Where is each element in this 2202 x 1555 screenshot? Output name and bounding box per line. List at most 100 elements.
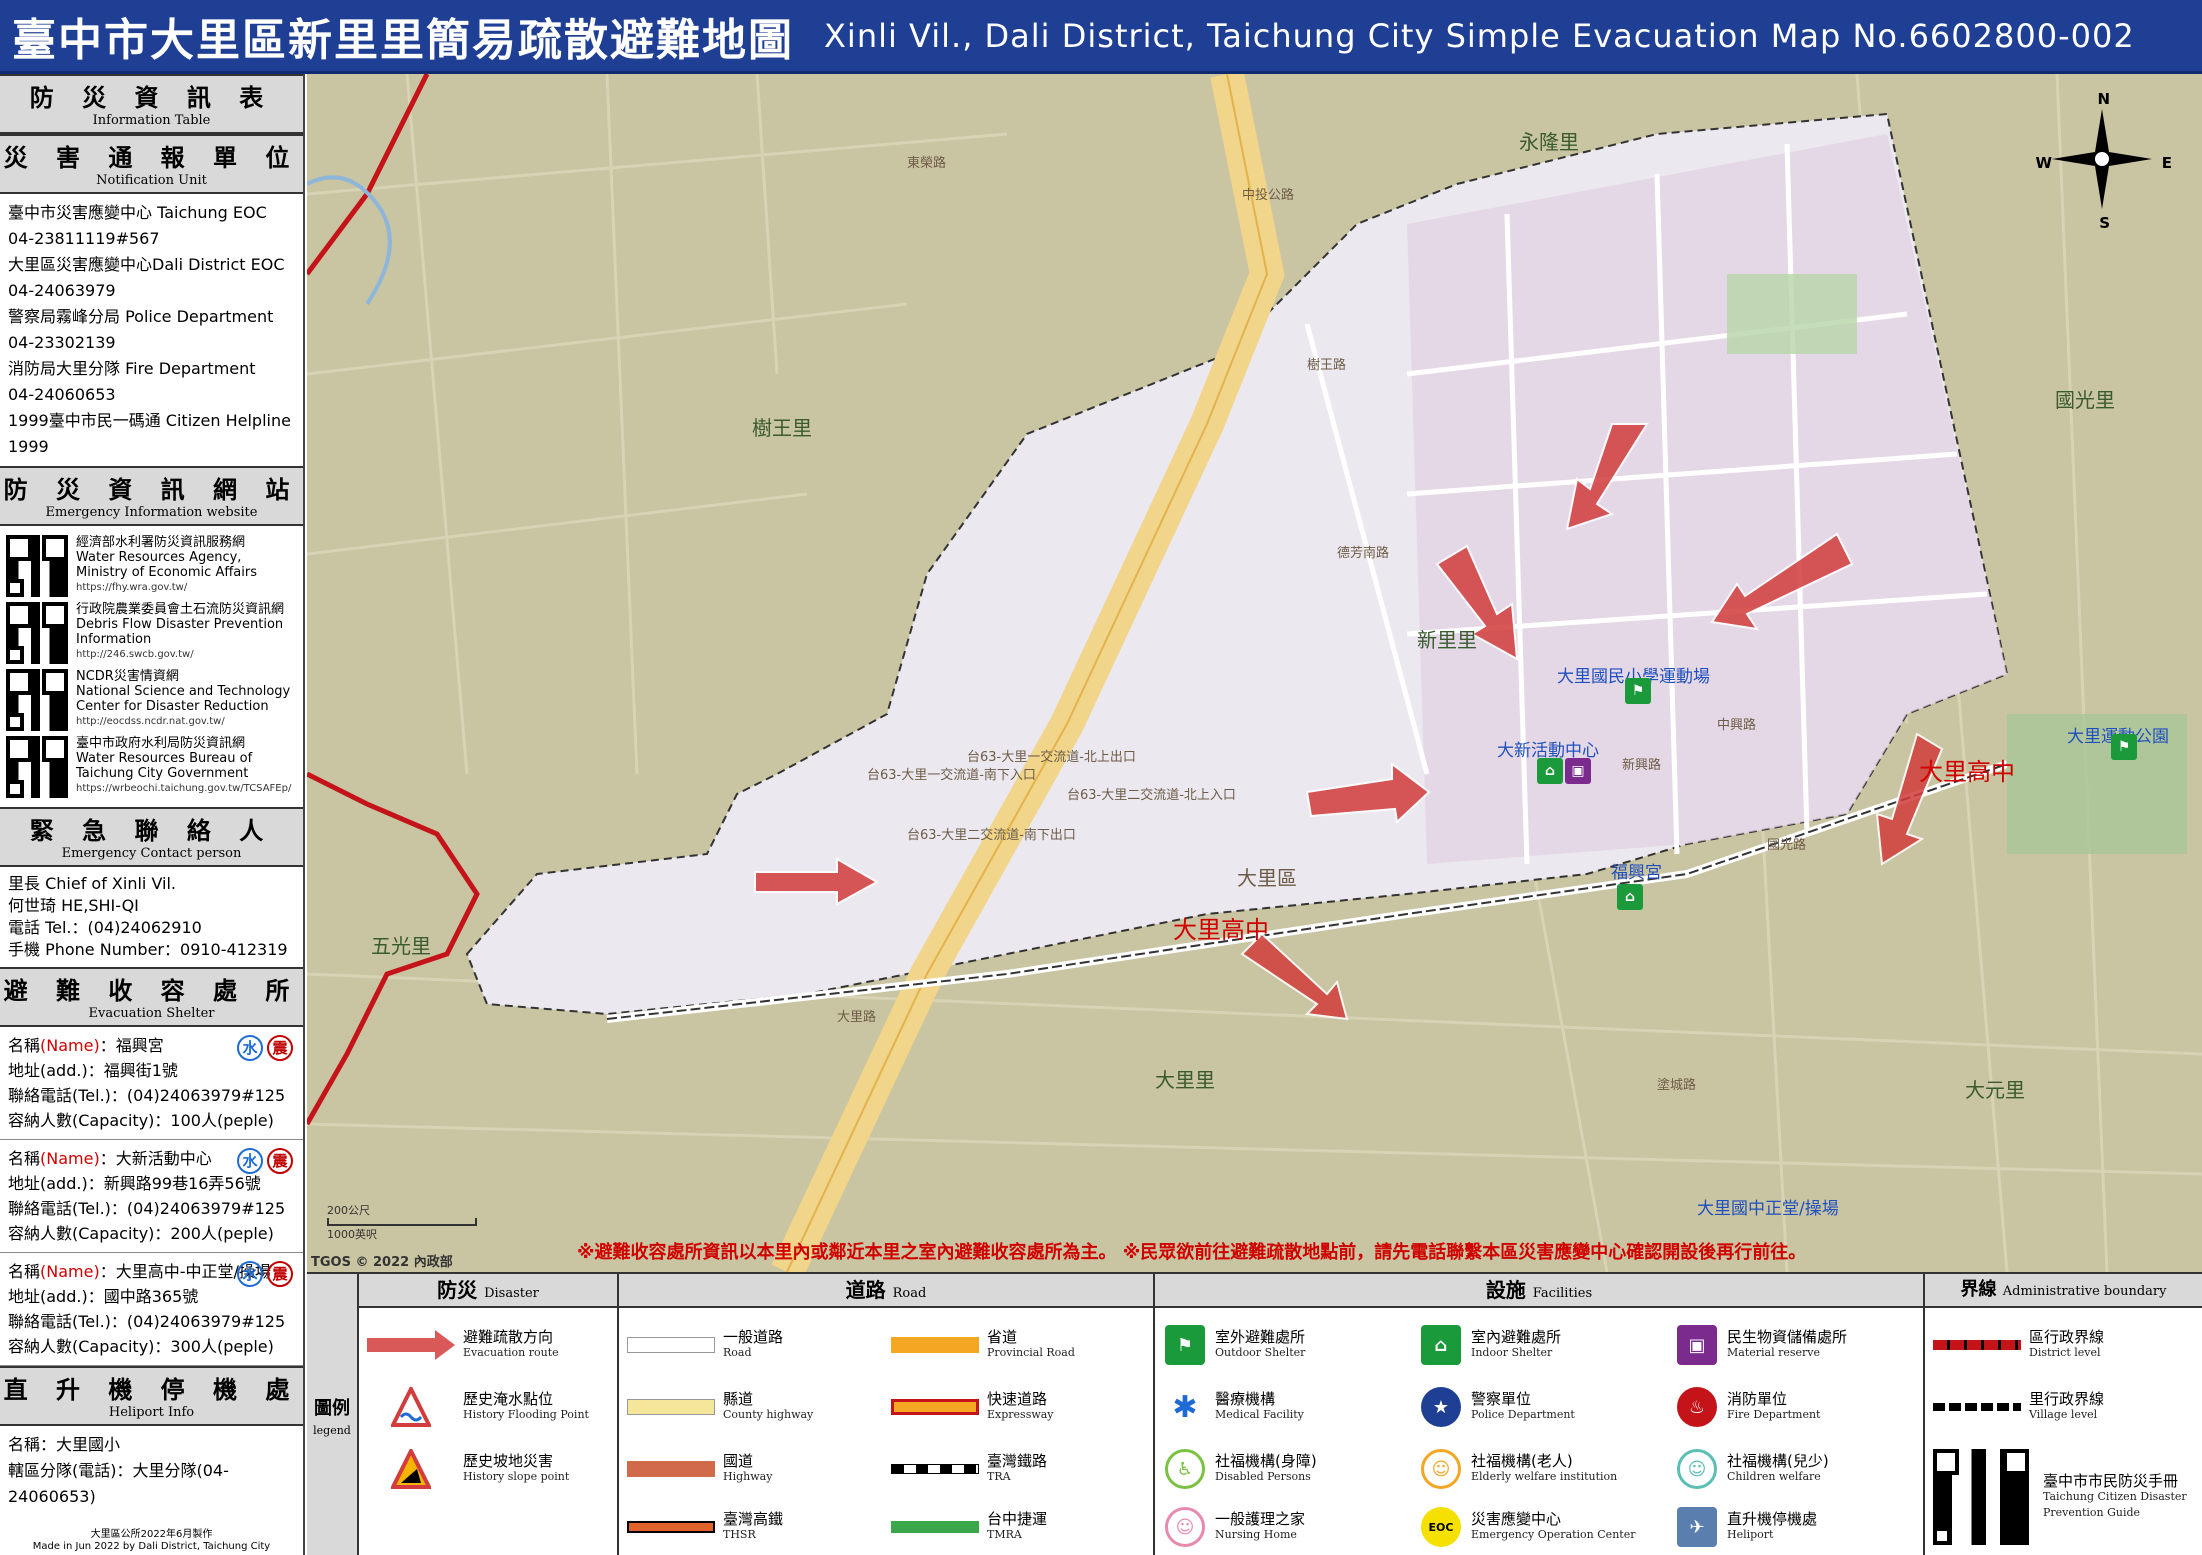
- website-item[interactable]: 臺中市政府水利局防災資訊網 Water Resources Bureau of …: [6, 736, 297, 798]
- legend-item: ✈ 直升機停機處 Heliport: [1667, 1496, 1817, 1555]
- road-label: 大里路: [837, 1010, 877, 1025]
- shelter-entry: 水 震 名稱(Name)：大里高中-中正堂/操場 地址(add.)：國中路365…: [0, 1253, 303, 1366]
- legend-group-road: 道路 Road 一般道路 Road 縣道 County highway 國道 High…: [619, 1274, 1155, 1555]
- road-label: 國光路: [1767, 838, 1807, 853]
- legend-item: 快速道路 Expressway: [883, 1376, 1054, 1438]
- shelter-address: 新興路99巷16弄56號: [103, 1174, 261, 1193]
- compass-w: W: [2035, 154, 2052, 172]
- shelter-capacity: 200人(peple): [170, 1224, 274, 1243]
- website-item[interactable]: NCDR災害情資網 National Science and Technolog…: [6, 669, 297, 731]
- legend-item: ☺ 社福機構(老人) Elderly welfare institution: [1411, 1438, 1617, 1500]
- made-by-footer: 大里區公所2022年6月製作 Made in Jun 2022 by Dali …: [32, 1529, 271, 1552]
- shelter-address: 國中路365號: [103, 1287, 199, 1306]
- district-label: 永隆里: [1519, 130, 1579, 154]
- legend-item: 省道 Provincial Road: [883, 1314, 1075, 1376]
- legend-item: EOC 災害應變中心 Emergency Operation Center: [1411, 1496, 1635, 1555]
- nursing-home-icon: ☺: [1165, 1507, 1205, 1547]
- legend-group-facilities: 設施 Facilities ⚑ 室外避難處所 Outdoor Shelter ✱ …: [1155, 1274, 1925, 1555]
- contact-header: 緊 急 聯 絡 人 Emergency Contact person: [0, 807, 303, 867]
- legend-item: 歷史坡地災害 History slope point: [359, 1438, 569, 1500]
- district-label: 國光里: [2055, 388, 2115, 412]
- legend-group-disaster: 防災 Disaster 避難疏散方向 Evacuation route 歷史淹水點…: [359, 1274, 619, 1555]
- outdoor-shelter-icon: ⚑: [1165, 1325, 1205, 1365]
- indoor-shelter-icon[interactable]: ⌂: [1537, 758, 1563, 784]
- eoc-icon: EOC: [1421, 1507, 1461, 1547]
- map-copyright: TGOS © 2022 內政部: [311, 1255, 453, 1270]
- shelter-header: 避 難 收 容 處 所 Evacuation Shelter: [0, 967, 303, 1027]
- info-table-header: 防 災 資 訊 表 Information Table: [0, 74, 303, 134]
- contact-line: 里長 Chief of Xinli Vil.: [8, 874, 177, 893]
- contact-line: 手機 Phone Number：0910-412319: [8, 940, 288, 959]
- legend-item: 避難疏散方向 Evacuation route: [359, 1314, 559, 1376]
- earthquake-shelter-icon: 震: [267, 1035, 293, 1061]
- district-label: 大里里: [1155, 1068, 1215, 1092]
- flood-point-icon: [391, 1387, 431, 1427]
- notification-line: 04-24063979: [8, 281, 116, 300]
- interchange-label: 台63-大里一交流道-北上出口: [967, 750, 1136, 765]
- heliport-info: 名稱：大里國小 轄區分隊(電話)：大里分隊(04-24060653): [8, 1435, 229, 1506]
- earthquake-shelter-icon: 震: [267, 1261, 293, 1287]
- slope-disaster-icon: [391, 1449, 431, 1489]
- title-bar: 臺中市大里區新里里簡易疏散避難地圖 Xinli Vil., Dali Distr…: [0, 0, 2202, 74]
- website-item[interactable]: 經濟部水利署防災資訊服務網 Water Resources Agency, Mi…: [6, 535, 297, 597]
- elderly-welfare-icon: ☺: [1421, 1449, 1461, 1489]
- map-canvas[interactable]: N S E W 樹王里 五光里 新里里 大里區 大里里 永隆里 國光里 大元里 …: [307, 74, 2202, 1272]
- shelter-phone: (04)24063979#125: [126, 1086, 286, 1105]
- legend-item: ♿ 社福機構(身障) Disabled Persons: [1155, 1438, 1317, 1500]
- contact-list: 里長 Chief of Xinli Vil. 何世琦 HE,SHI-QI 電話 …: [0, 867, 303, 967]
- notification-line: 04-23811119#567: [8, 229, 160, 248]
- material-reserve-icon: ▣: [1677, 1325, 1717, 1365]
- notification-line: 臺中市災害應變中心 Taichung EOC: [8, 203, 267, 222]
- legend-qr-item[interactable]: 臺中市市民防災手冊 Taichung Citizen Disaster Preve…: [1925, 1442, 2202, 1552]
- map-title-en: Xinli Vil., Dali District, Taichung City…: [824, 16, 2135, 55]
- compass-rose-icon: [2047, 104, 2157, 214]
- shelter-capacity: 100人(peple): [170, 1111, 274, 1130]
- legend-item: 臺灣高鐵 THSR: [619, 1496, 783, 1555]
- outdoor-shelter-icon[interactable]: ⚑: [1625, 678, 1651, 704]
- notification-line: 大里區災害應變中心Dali District EOC: [8, 255, 285, 274]
- qr-code-icon: [6, 669, 68, 731]
- road-label: 東榮路: [907, 156, 947, 171]
- legend-group-boundary: 界線 Administrative boundary 區行政界線 District…: [1925, 1274, 2202, 1555]
- material-reserve-icon[interactable]: ▣: [1565, 758, 1591, 784]
- info-panel: 防 災 資 訊 表 Information Table 災 害 通 報 單 位 …: [0, 74, 305, 1555]
- disabled-welfare-icon: ♿: [1165, 1449, 1205, 1489]
- notification-list: 臺中市災害應變中心 Taichung EOC 04-23811119#567 大…: [0, 194, 303, 466]
- shelter-phone: (04)24063979#125: [126, 1199, 286, 1218]
- district-label: 樹王里: [752, 416, 812, 440]
- legend-item: ⚑ 室外避難處所 Outdoor Shelter: [1155, 1314, 1305, 1376]
- websites-header: 防 災 資 訊 網 站 Emergency Information websit…: [0, 466, 303, 526]
- place-label: 福興宮: [1611, 863, 1662, 883]
- indoor-shelter-icon[interactable]: ⌂: [1617, 884, 1643, 910]
- road-label: 中投公路: [1242, 188, 1295, 203]
- map-notice: ※避難收容處所資訊以本里內或鄰近本里之室內避難收容處所為主。 ※民眾欲前往避難疏…: [577, 1242, 1807, 1263]
- interchange-label: 台63-大里一交流道-南下入口: [867, 768, 1036, 783]
- evac-arrow: [1240, 932, 1349, 1021]
- website-item[interactable]: 行政院農業委員會土石流防災資訊網 Debris Flow Disaster Pr…: [6, 602, 297, 664]
- legend-item: 臺灣鐵路 TRA: [883, 1438, 1047, 1500]
- legend-item: ☺ 一般護理之家 Nursing Home: [1155, 1496, 1305, 1555]
- district-label: 大元里: [1965, 1078, 2025, 1102]
- earthquake-shelter-icon: 震: [267, 1148, 293, 1174]
- contact-line: 何世琦 HE,SHI-QI: [8, 896, 139, 915]
- road-label: 德芳南路: [1337, 546, 1390, 561]
- shelter-entry: 水 震 名稱(Name)：大新活動中心 地址(add.)：新興路99巷16弄56…: [0, 1140, 303, 1253]
- compass-n: N: [2097, 90, 2110, 108]
- interchange-label: 台63-大里二交流道-北上入口: [1067, 788, 1236, 803]
- road-label: 樹王路: [1307, 358, 1347, 373]
- legend-item: 歷史淹水點位 History Flooding Point: [359, 1376, 589, 1438]
- evacuation-arrows: [754, 423, 1944, 1021]
- qr-code-icon: [6, 736, 68, 798]
- legend-item: 一般道路 Road: [619, 1314, 783, 1376]
- legend-item: ▣ 民生物資儲備處所 Material reserve: [1667, 1314, 1847, 1376]
- evac-arrow: [1710, 532, 1854, 631]
- outdoor-shelter-icon[interactable]: ⚑: [2111, 734, 2137, 760]
- shelter-entry: 水 震 名稱(Name)：福興宮 地址(add.)：福興街1號 聯絡電話(Tel…: [0, 1027, 303, 1140]
- qr-code-icon: [1933, 1449, 2029, 1545]
- shelter-phone: (04)24063979#125: [126, 1312, 286, 1331]
- flood-shelter-icon: 水: [237, 1035, 263, 1061]
- notification-line: 1999: [8, 437, 49, 456]
- legend-item: 國道 Highway: [619, 1438, 772, 1500]
- place-label: 大里國中正堂/操場: [1697, 1199, 1839, 1219]
- road-label: 新興路: [1622, 758, 1662, 773]
